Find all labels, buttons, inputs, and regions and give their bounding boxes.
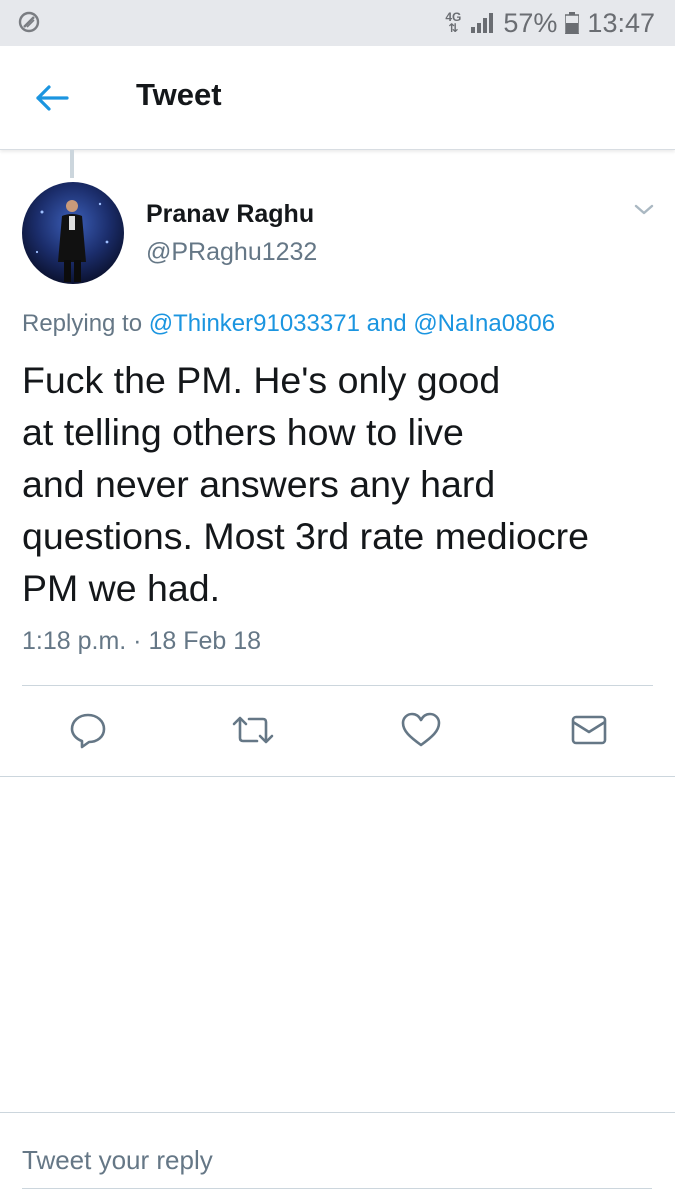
page-title: Tweet: [136, 77, 222, 112]
tweet-actions: [0, 686, 675, 776]
reply-input[interactable]: Tweet your reply: [22, 1138, 652, 1182]
reply-button[interactable]: [66, 708, 110, 752]
data-arrows-icon: ⇅: [448, 21, 459, 35]
tweet-text-line: Fuck the PM. He's only good: [22, 359, 501, 401]
tweet-text-line: at telling others how to live: [22, 411, 464, 453]
battery-icon: [565, 12, 580, 34]
tweet-text-line: PM we had.: [22, 567, 221, 609]
like-icon: [401, 712, 441, 747]
tweet-text-line: questions. Most 3rd rate mediocre: [22, 515, 589, 557]
chevron-down-icon: [634, 204, 654, 215]
status-indicators: 4G ⇅ 57% 13:47: [445, 0, 655, 46]
battery-percent: 57%: [503, 7, 558, 38]
replying-and[interactable]: and: [367, 310, 407, 337]
arrow-left-icon: [36, 85, 69, 111]
divider: [0, 1112, 675, 1113]
clock: 13:47: [587, 7, 655, 38]
direct-message-icon: [571, 715, 607, 745]
tweet-options-button[interactable]: [628, 196, 660, 224]
direct-message-button[interactable]: [567, 708, 611, 752]
avatar[interactable]: [22, 182, 124, 284]
restricted-icon: [18, 11, 40, 33]
mention-link[interactable]: @NaIna0806: [413, 310, 555, 337]
divider: [0, 776, 675, 777]
tweet-text: Fuck the PM. He's only good at telling o…: [22, 354, 662, 614]
replying-to: Replying to @Thinker91033371 and @NaIna0…: [22, 310, 555, 338]
thread-line: [70, 150, 74, 178]
signal-icon: [471, 13, 494, 33]
reply-icon: [70, 713, 106, 749]
user-handle[interactable]: @PRaghu1232: [146, 238, 317, 267]
status-bar: 4G ⇅ 57% 13:47: [0, 0, 675, 46]
tweet-text-line: and never answers any hard: [22, 463, 496, 505]
retweet-button[interactable]: [231, 708, 275, 752]
mention-link[interactable]: @Thinker91033371: [149, 310, 360, 337]
like-button[interactable]: [399, 708, 443, 752]
retweet-icon: [232, 716, 274, 744]
display-name[interactable]: Pranav Raghu: [146, 200, 314, 229]
avatar-photo: [22, 182, 124, 284]
back-button[interactable]: [30, 76, 74, 120]
replying-prefix: Replying to: [22, 310, 143, 337]
tweet-timestamp[interactable]: 1:18 p.m. · 18 Feb 18: [22, 627, 261, 656]
reply-input-underline: [22, 1188, 652, 1189]
network-type: 4G ⇅: [445, 11, 461, 35]
app-bar: Tweet: [0, 46, 675, 150]
